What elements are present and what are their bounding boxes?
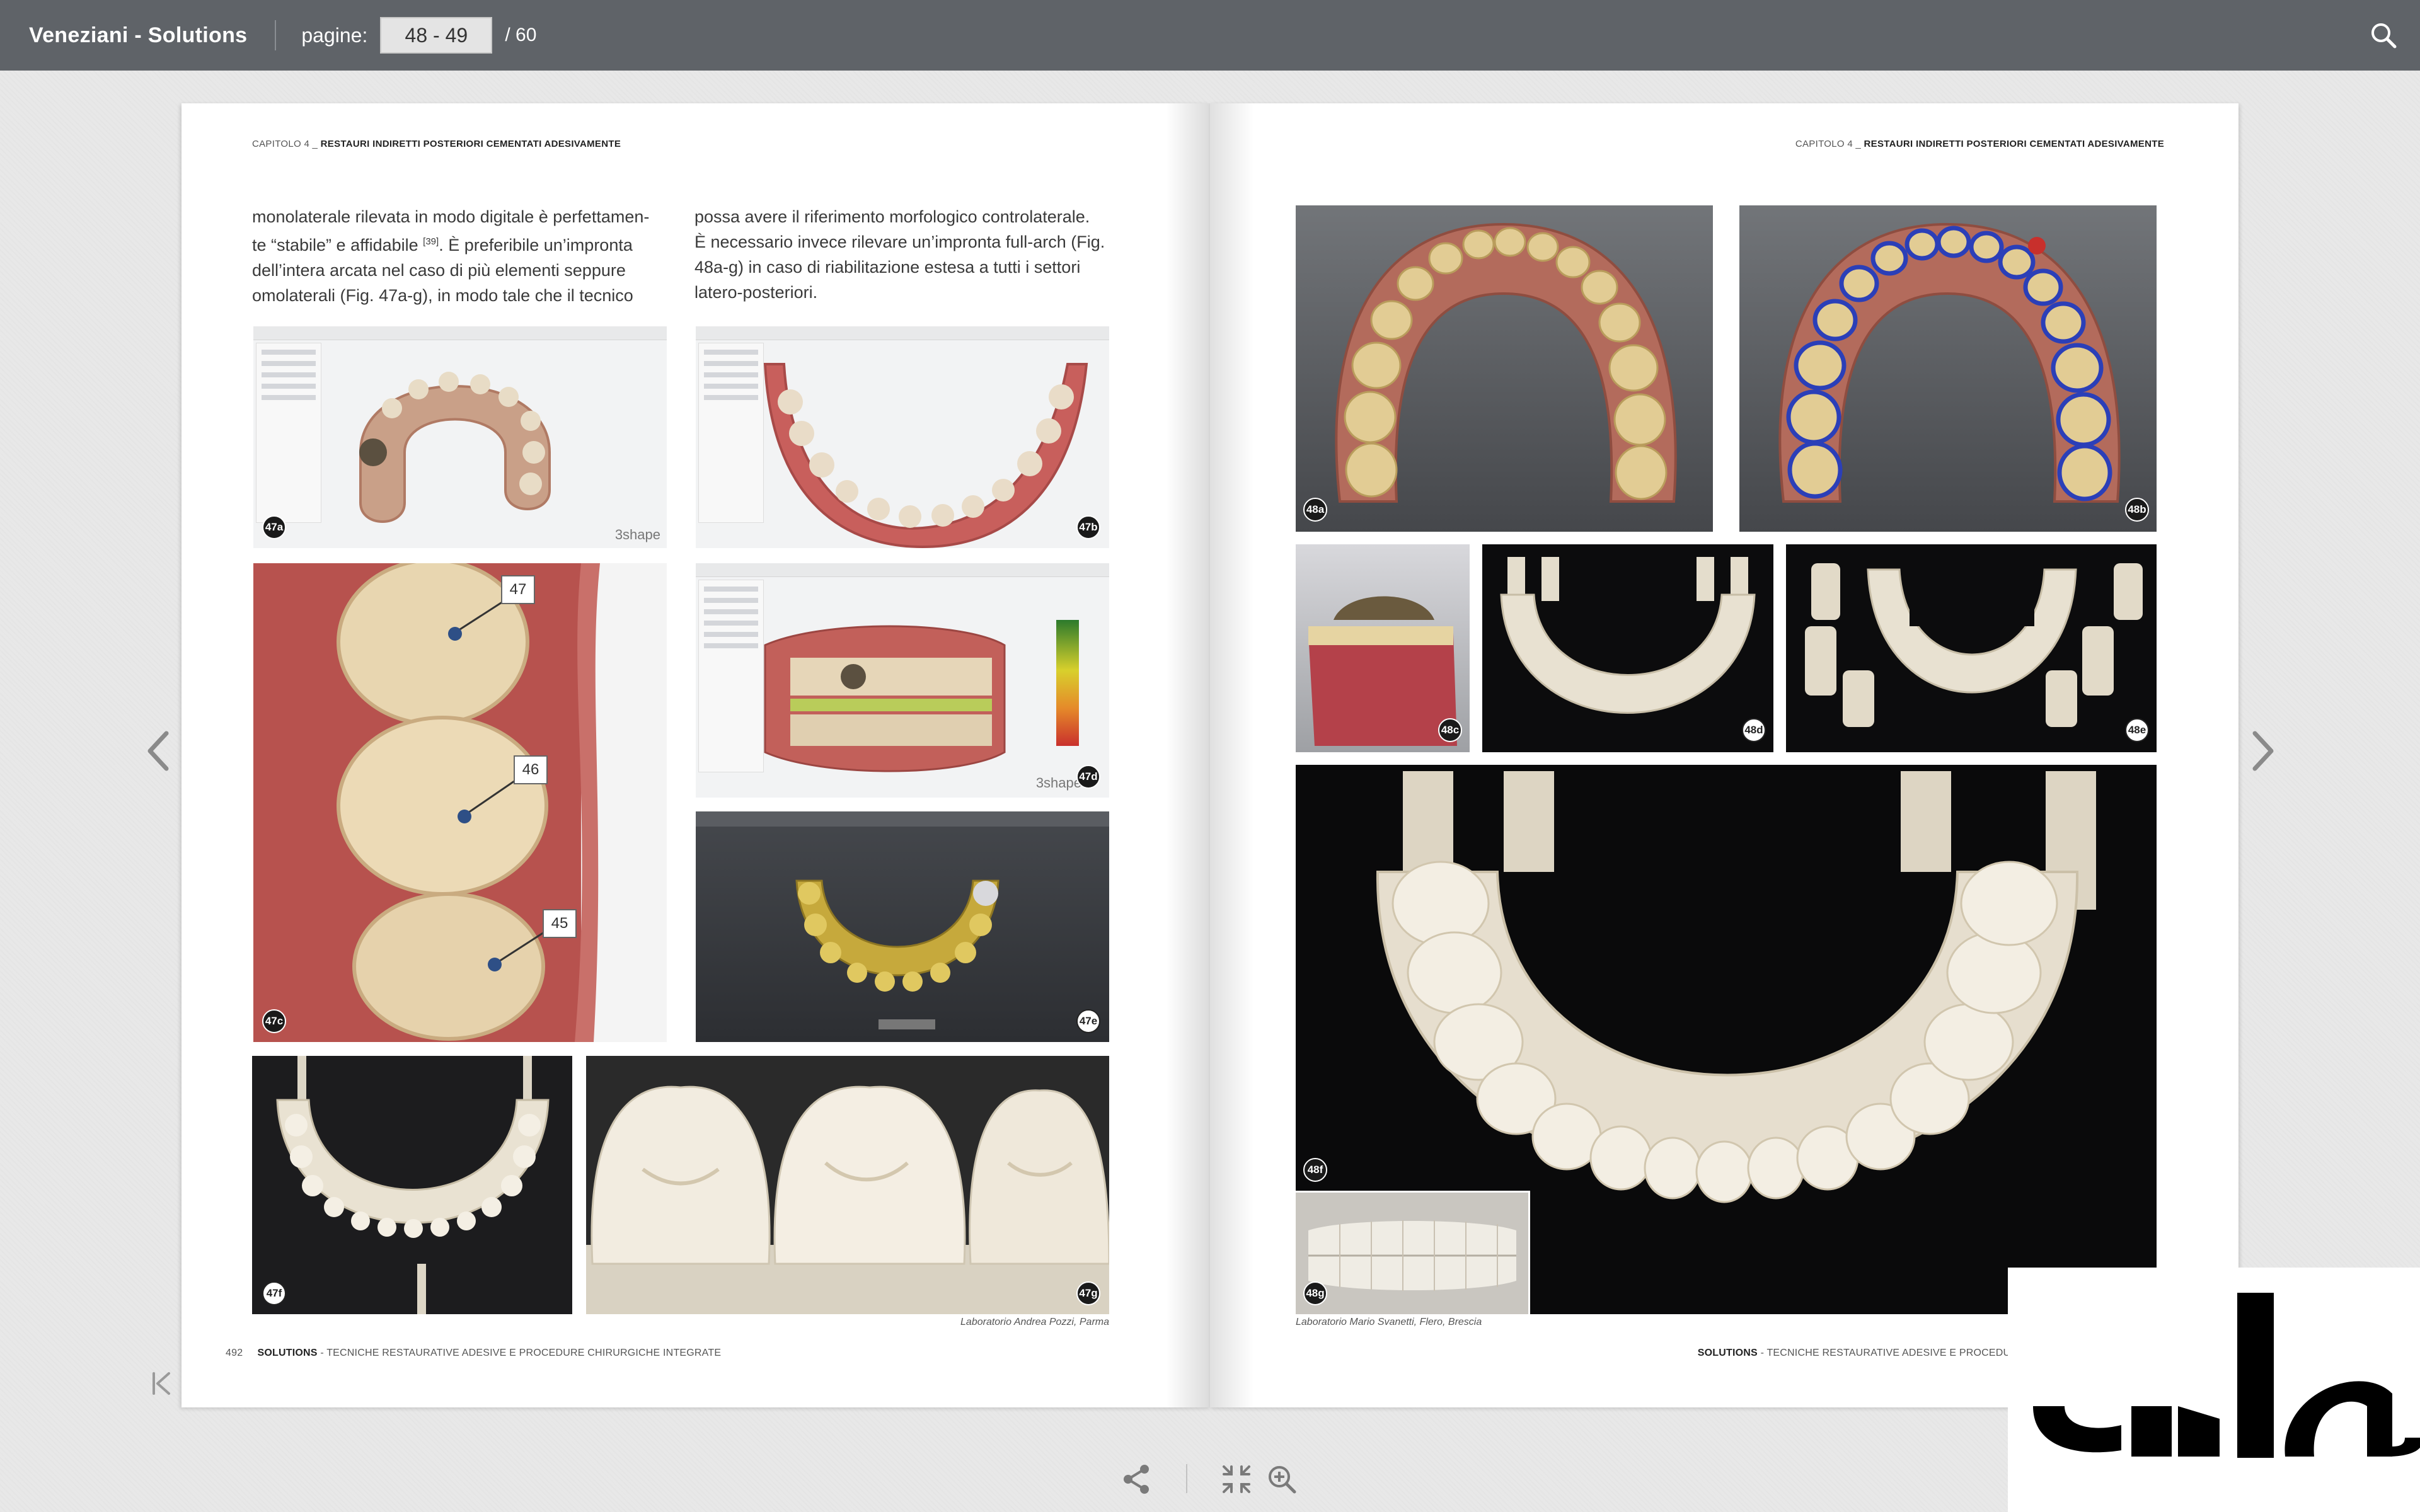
title-divider xyxy=(275,20,277,50)
lower-arch-scan-image xyxy=(763,363,1088,548)
tooth-tag: 45 xyxy=(551,915,568,932)
running-head-right: CAPITOLO 4 _ RESTAURI INDIRETTI POSTERIO… xyxy=(1795,139,2164,149)
lower-arch-cast-image xyxy=(1335,222,1677,503)
share-icon[interactable] xyxy=(1119,1462,1155,1497)
figure-47d: 3shape 47d xyxy=(696,563,1109,798)
prev-page-button[interactable] xyxy=(140,726,178,776)
figure-48c: 48c xyxy=(1296,544,1470,752)
figure-48b: 48b xyxy=(1739,205,2157,532)
figure-label: 47d xyxy=(1076,765,1100,789)
text-column-1: monolaterale rilevata in modo digitale è… xyxy=(252,207,650,305)
logo-mark-icon xyxy=(2033,1293,2420,1458)
search-icon[interactable] xyxy=(2368,20,2399,50)
figure-label: 47f xyxy=(262,1281,286,1305)
figure-label: 47c xyxy=(262,1009,286,1033)
figure-48g: 48g xyxy=(1296,1191,1530,1314)
crown-design-cad-image xyxy=(795,879,1000,1029)
toolbar-divider xyxy=(1186,1464,1187,1493)
upper-arch-scan-image xyxy=(359,372,551,523)
page-number-input[interactable] xyxy=(380,17,493,54)
top-bar: Veneziani - Solutions pagine: / 60 xyxy=(0,0,2420,71)
lower-arch-contact-map-image xyxy=(1778,222,2121,503)
page-number: 492 xyxy=(226,1348,243,1358)
right-page: CAPITOLO 4 _ RESTAURI INDIRETTI POSTERIO… xyxy=(1210,103,2238,1407)
tooth-tag: 47 xyxy=(509,581,527,598)
app-title: Veneziani - Solutions xyxy=(29,23,248,47)
photo-credit: Laboratorio Andrea Pozzi, Parma xyxy=(960,1317,1109,1327)
figure-label: 48g xyxy=(1303,1281,1327,1305)
figure-label: 48f xyxy=(1303,1158,1327,1182)
running-head-left: CAPITOLO 4 _ RESTAURI INDIRETTI POSTERIO… xyxy=(252,139,621,149)
publisher-logo xyxy=(2008,1268,2420,1512)
figure-label: 48c xyxy=(1438,718,1462,742)
figure-label: 47a xyxy=(262,515,286,539)
figure-48e: 48e xyxy=(1786,544,2157,752)
text-column-2: possa avere il riferimento morfologico c… xyxy=(694,207,1105,302)
figure-47b: 47b xyxy=(696,326,1109,548)
figure-47c: 47 46 45 47c xyxy=(253,563,667,1042)
occlusion-scan-image xyxy=(764,620,1079,772)
zoom-in-icon[interactable] xyxy=(1264,1462,1299,1497)
model-with-dies-image xyxy=(1805,563,2143,727)
figure-label: 47g xyxy=(1076,1281,1100,1305)
figure-48d: 48d xyxy=(1482,544,1773,752)
tooth-tag: 46 xyxy=(522,761,539,778)
scanner-brand: 3shape xyxy=(614,527,660,542)
crowns-closeup-image xyxy=(586,1085,1109,1314)
figure-47e: 47e xyxy=(696,811,1109,1042)
printed-model-image xyxy=(276,1056,550,1314)
scanner-brand: 3shape xyxy=(1035,775,1081,791)
figure-47g: 47g xyxy=(586,1056,1109,1314)
page-total: / 60 xyxy=(505,25,537,45)
molar-scan-closeup-image xyxy=(253,563,667,1042)
first-page-icon[interactable] xyxy=(149,1368,174,1399)
figure-48f: 48f 48g xyxy=(1296,765,2157,1314)
book-spread: CAPITOLO 4 _ RESTAURI INDIRETTI POSTERIO… xyxy=(182,103,2238,1407)
figure-47f: 47f xyxy=(252,1056,572,1314)
collapse-icon[interactable] xyxy=(1219,1462,1254,1497)
figure-label: 48d xyxy=(1742,718,1766,742)
figure-label: 47b xyxy=(1076,515,1100,539)
figure-47a: 3shape 47a xyxy=(253,326,667,548)
figure-label: 48e xyxy=(2125,718,2149,742)
smile-photo-image xyxy=(1296,1193,1528,1314)
figure-48a: 48a xyxy=(1296,205,1713,532)
figure-label: 48a xyxy=(1303,498,1327,522)
figure-label: 47e xyxy=(1076,1009,1100,1033)
pages-label: pagine: xyxy=(301,23,368,47)
printed-arch-model-image xyxy=(1500,557,1756,714)
citation: [39] xyxy=(423,236,439,247)
left-page: CAPITOLO 4 _ RESTAURI INDIRETTI POSTERIO… xyxy=(182,103,1210,1407)
photo-credit: Laboratorio Mario Svanetti, Flero, Bresc… xyxy=(1296,1317,1482,1327)
footer-left: 492 SOLUTIONS - TECNICHE RESTAURATIVE AD… xyxy=(226,1348,722,1358)
figure-label: 48b xyxy=(2125,498,2149,522)
next-page-button[interactable] xyxy=(2244,726,2281,776)
